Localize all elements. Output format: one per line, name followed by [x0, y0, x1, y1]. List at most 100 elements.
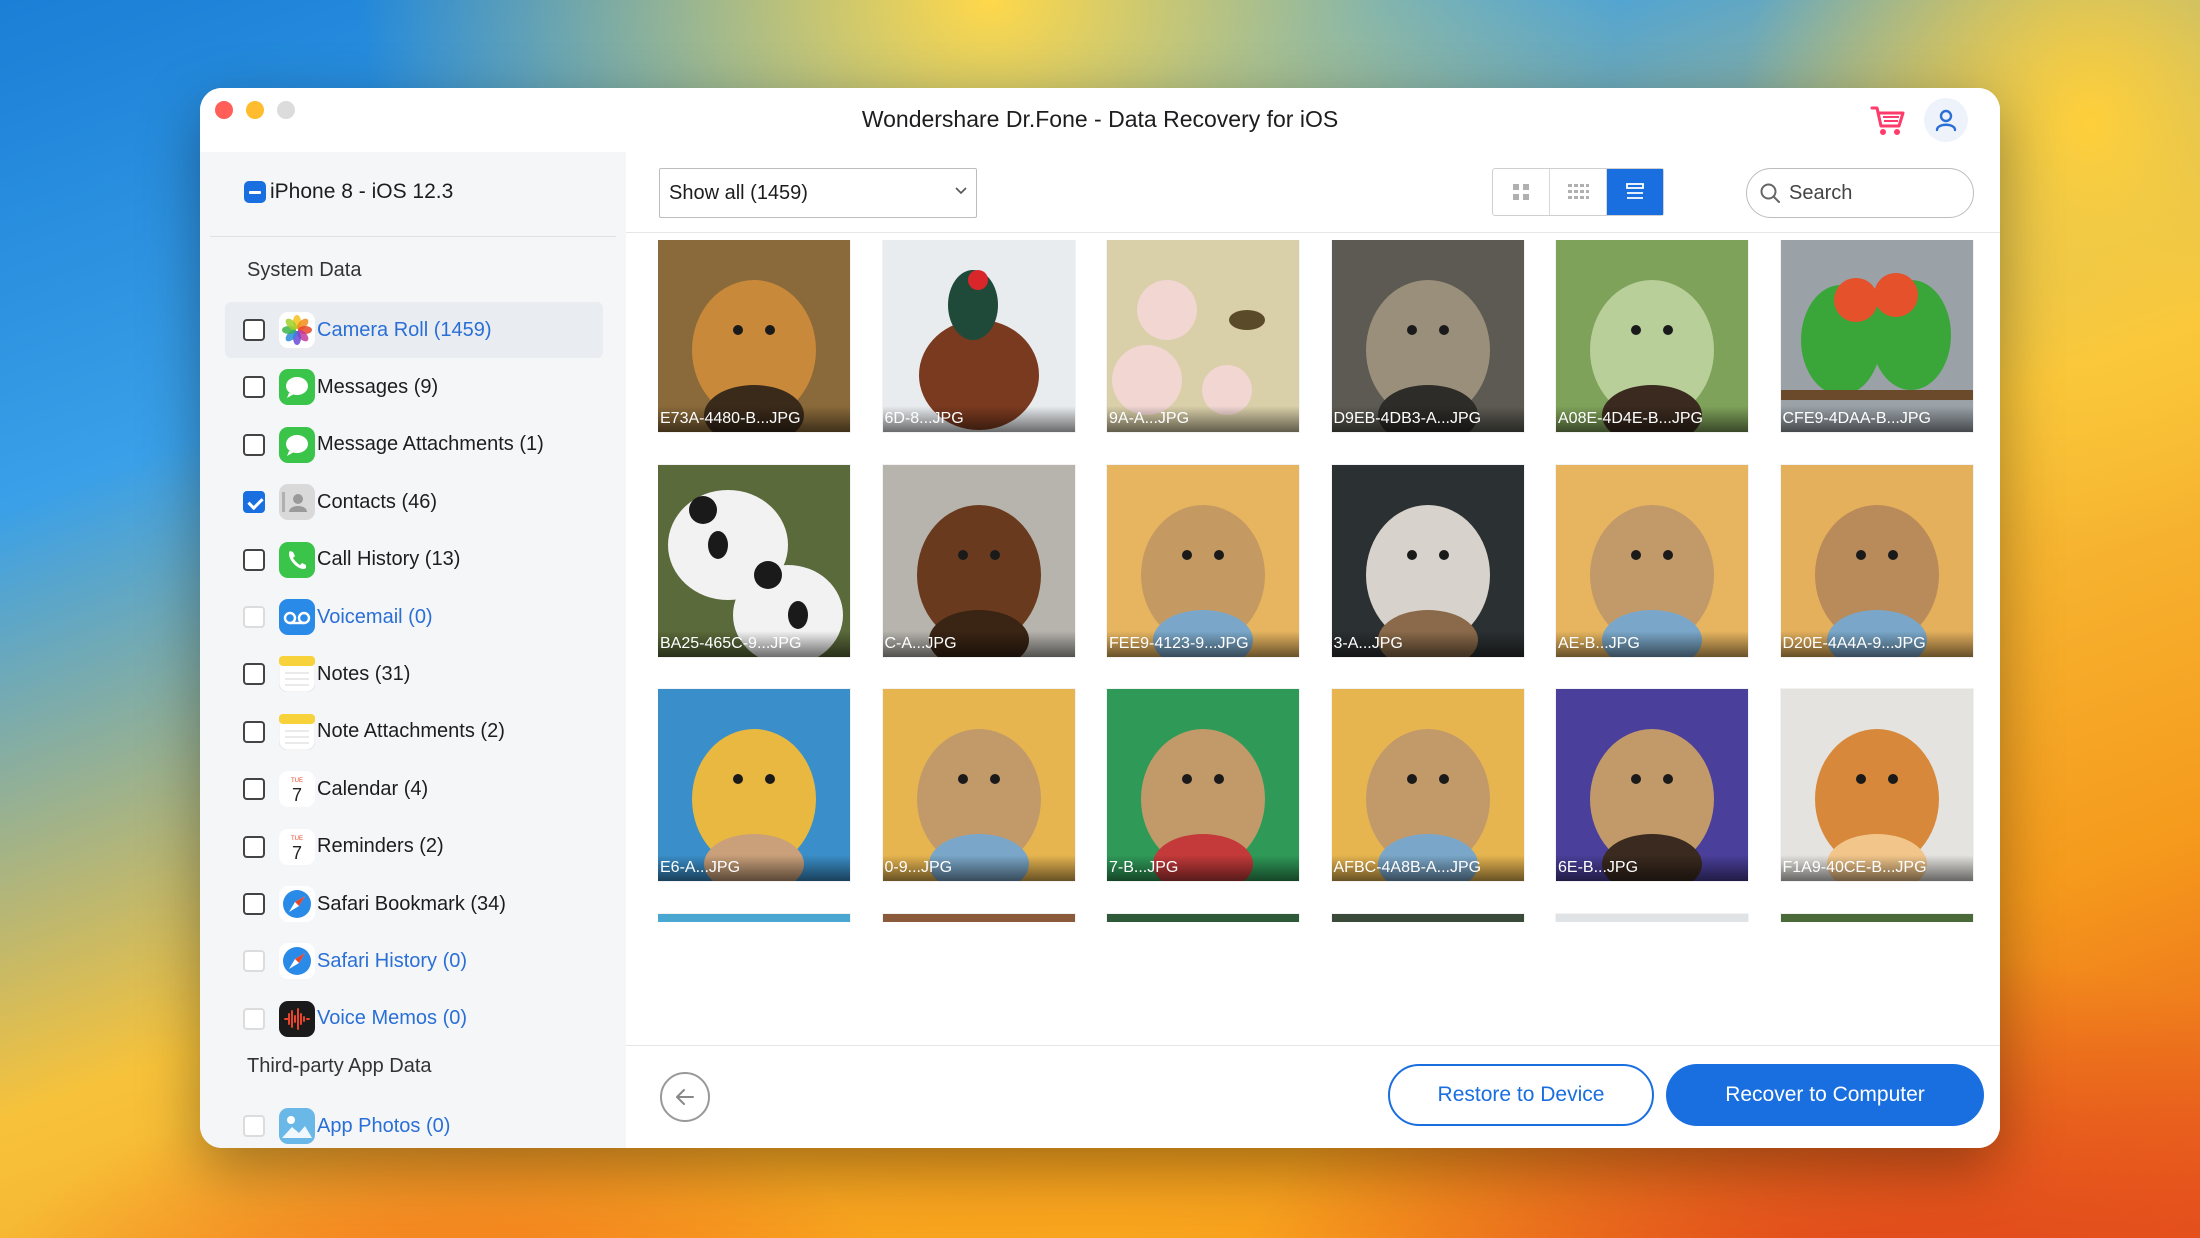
checkbox[interactable] — [243, 720, 265, 743]
sidebar-item-label: Reminders (2) — [317, 835, 444, 858]
photo-filename: C-A...JPG — [882, 630, 1075, 657]
photo-filename: D9EB-4DB3-A...JPG — [1331, 406, 1524, 432]
voice-memos-icon — [279, 1000, 315, 1037]
main-panel: Show all (1459) Search E73A-4480-B...JPG… — [626, 152, 2000, 1148]
filter-dropdown[interactable]: Show all (1459) — [659, 168, 977, 218]
safari-icon — [279, 943, 315, 980]
sidebar: iPhone 8 - iOS 12.3 System Data Camera R… — [200, 152, 626, 1148]
search-input[interactable] — [1787, 180, 1951, 206]
photo-filename: D20E-4A4A-9...JPG — [1780, 630, 1973, 657]
checkbox[interactable] — [243, 376, 265, 399]
photo-image — [1331, 240, 1524, 432]
checkbox — [243, 606, 265, 628]
checkbox[interactable] — [243, 319, 265, 341]
photo-filename: 9A-A...JPG — [1107, 406, 1299, 432]
recover-to-computer-button[interactable]: Recover to Computer — [1666, 1064, 1984, 1126]
photo-image — [1107, 689, 1299, 881]
cart-icon[interactable] — [1868, 100, 1908, 140]
messages-icon — [279, 369, 315, 406]
sidebar-item-safari-history[interactable]: Safari History (0) — [225, 933, 603, 989]
photo-thumbnail[interactable] — [1331, 913, 1524, 922]
sidebar-item-note-attachments[interactable]: Note Attachments (2) — [225, 704, 603, 760]
photo-thumbnail[interactable]: 3-A...JPG — [1331, 464, 1524, 657]
photo-thumbnail[interactable] — [658, 913, 850, 922]
sidebar-item-camera-roll[interactable]: Camera Roll (1459) — [225, 302, 603, 358]
photo-image — [1331, 464, 1524, 657]
sidebar-item-app-photos[interactable]: App Photos (0) — [225, 1098, 603, 1148]
sidebar-item-label: Call History (13) — [317, 548, 461, 571]
divider — [210, 236, 616, 237]
checkbox[interactable] — [243, 491, 265, 514]
checkbox — [243, 1115, 265, 1137]
sidebar-item-voice-memos[interactable]: Voice Memos (0) — [225, 991, 603, 1047]
photo-image — [1556, 240, 1748, 432]
view-list-button[interactable] — [1607, 169, 1663, 215]
photo-thumbnail[interactable]: E73A-4480-B...JPG — [658, 240, 850, 432]
sidebar-item-label: Safari History (0) — [317, 949, 468, 972]
svg-text:TUE: TUE — [291, 836, 303, 842]
sidebar-item-call-history[interactable]: Call History (13) — [225, 532, 603, 588]
photo-thumbnail[interactable] — [1780, 913, 1973, 922]
photo-filename: BA25-465C-9...JPG — [658, 630, 850, 657]
notes-icon — [279, 656, 315, 693]
sidebar-item-label: Note Attachments (2) — [317, 720, 505, 743]
sidebar-item-contacts[interactable]: Contacts (46) — [225, 474, 603, 530]
sidebar-item-calendar[interactable]: TUE 7 Calendar (4) — [225, 761, 603, 817]
photo-image — [1556, 913, 1748, 922]
photo-image — [882, 464, 1075, 657]
toolbar: Show all (1459) — [626, 152, 2000, 233]
sidebar-item-label: Contacts (46) — [317, 490, 438, 513]
photo-image — [1107, 240, 1299, 432]
view-large-grid-button[interactable] — [1493, 169, 1550, 215]
safari-icon — [279, 886, 315, 922]
photo-filename: 6E-B...JPG — [1556, 855, 1748, 881]
photo-thumbnail[interactable]: CFE9-4DAA-B...JPG — [1780, 240, 1973, 432]
photo-image — [658, 240, 850, 432]
sidebar-item-voicemail[interactable]: Voicemail (0) — [225, 589, 603, 645]
photo-thumbnail[interactable]: 7-B...JPG — [1107, 689, 1299, 881]
photo-thumbnail[interactable]: 6E-B...JPG — [1556, 689, 1748, 881]
photo-thumbnail[interactable]: A08E-4D4E-B...JPG — [1556, 240, 1748, 432]
photo-thumbnail[interactable]: 0-9...JPG — [882, 689, 1075, 881]
checkbox[interactable] — [243, 548, 265, 571]
sidebar-item-messages[interactable]: Messages (9) — [225, 359, 603, 415]
photo-thumbnail[interactable]: D9EB-4DB3-A...JPG — [1331, 240, 1524, 432]
messages-icon — [279, 426, 315, 463]
photo-thumbnail[interactable]: D20E-4A4A-9...JPG — [1780, 464, 1973, 657]
photo-thumbnail[interactable]: F1A9-40CE-B...JPG — [1780, 689, 1973, 881]
photo-thumbnail[interactable]: AFBC-4A8B-A...JPG — [1331, 689, 1524, 881]
search-icon — [1760, 183, 1780, 203]
device-checkbox[interactable] — [244, 181, 266, 203]
photo-thumbnail[interactable]: FEE9-4123-9...JPG — [1107, 464, 1299, 657]
checkbox[interactable] — [243, 893, 265, 915]
device-row[interactable]: iPhone 8 - iOS 12.3 — [244, 180, 453, 204]
sidebar-item-notes[interactable]: Notes (31) — [225, 646, 603, 702]
view-small-grid-button[interactable] — [1550, 169, 1607, 215]
photo-thumbnail[interactable]: BA25-465C-9...JPG — [658, 464, 850, 657]
photo-thumbnail[interactable] — [1556, 913, 1748, 922]
sidebar-item-message-attachments[interactable]: Message Attachments (1) — [225, 417, 603, 473]
sidebar-item-safari-bookmark[interactable]: Safari Bookmark (34) — [225, 876, 603, 932]
photo-thumbnail[interactable]: 9A-A...JPG — [1107, 240, 1299, 432]
checkbox[interactable] — [243, 778, 265, 801]
large-grid-icon — [1513, 184, 1529, 200]
photo-thumbnail[interactable]: 6D-8...JPG — [882, 240, 1075, 432]
photo-thumbnail[interactable]: C-A...JPG — [882, 464, 1075, 657]
sidebar-item-reminders[interactable]: TUE 7 Reminders (2) — [225, 819, 603, 875]
photo-image — [1780, 689, 1973, 881]
photo-thumbnail[interactable]: E6-A...JPG — [658, 689, 850, 881]
checkbox[interactable] — [243, 433, 265, 456]
user-icon[interactable] — [1924, 98, 1968, 142]
photo-thumbnail[interactable] — [882, 913, 1075, 922]
checkbox[interactable] — [243, 835, 265, 858]
view-mode-toggle — [1492, 168, 1664, 216]
photo-thumbnail[interactable]: AE-B...JPG — [1556, 464, 1748, 657]
photo-image — [1107, 464, 1299, 657]
search-box[interactable] — [1746, 168, 1974, 218]
restore-to-device-button[interactable]: Restore to Device — [1388, 1064, 1654, 1126]
back-button[interactable] — [660, 1072, 710, 1122]
calendar-icon: TUE 7 — [279, 771, 315, 808]
checkbox[interactable] — [243, 663, 265, 686]
photo-filename: FEE9-4123-9...JPG — [1107, 630, 1299, 657]
photo-thumbnail[interactable] — [1107, 913, 1299, 922]
